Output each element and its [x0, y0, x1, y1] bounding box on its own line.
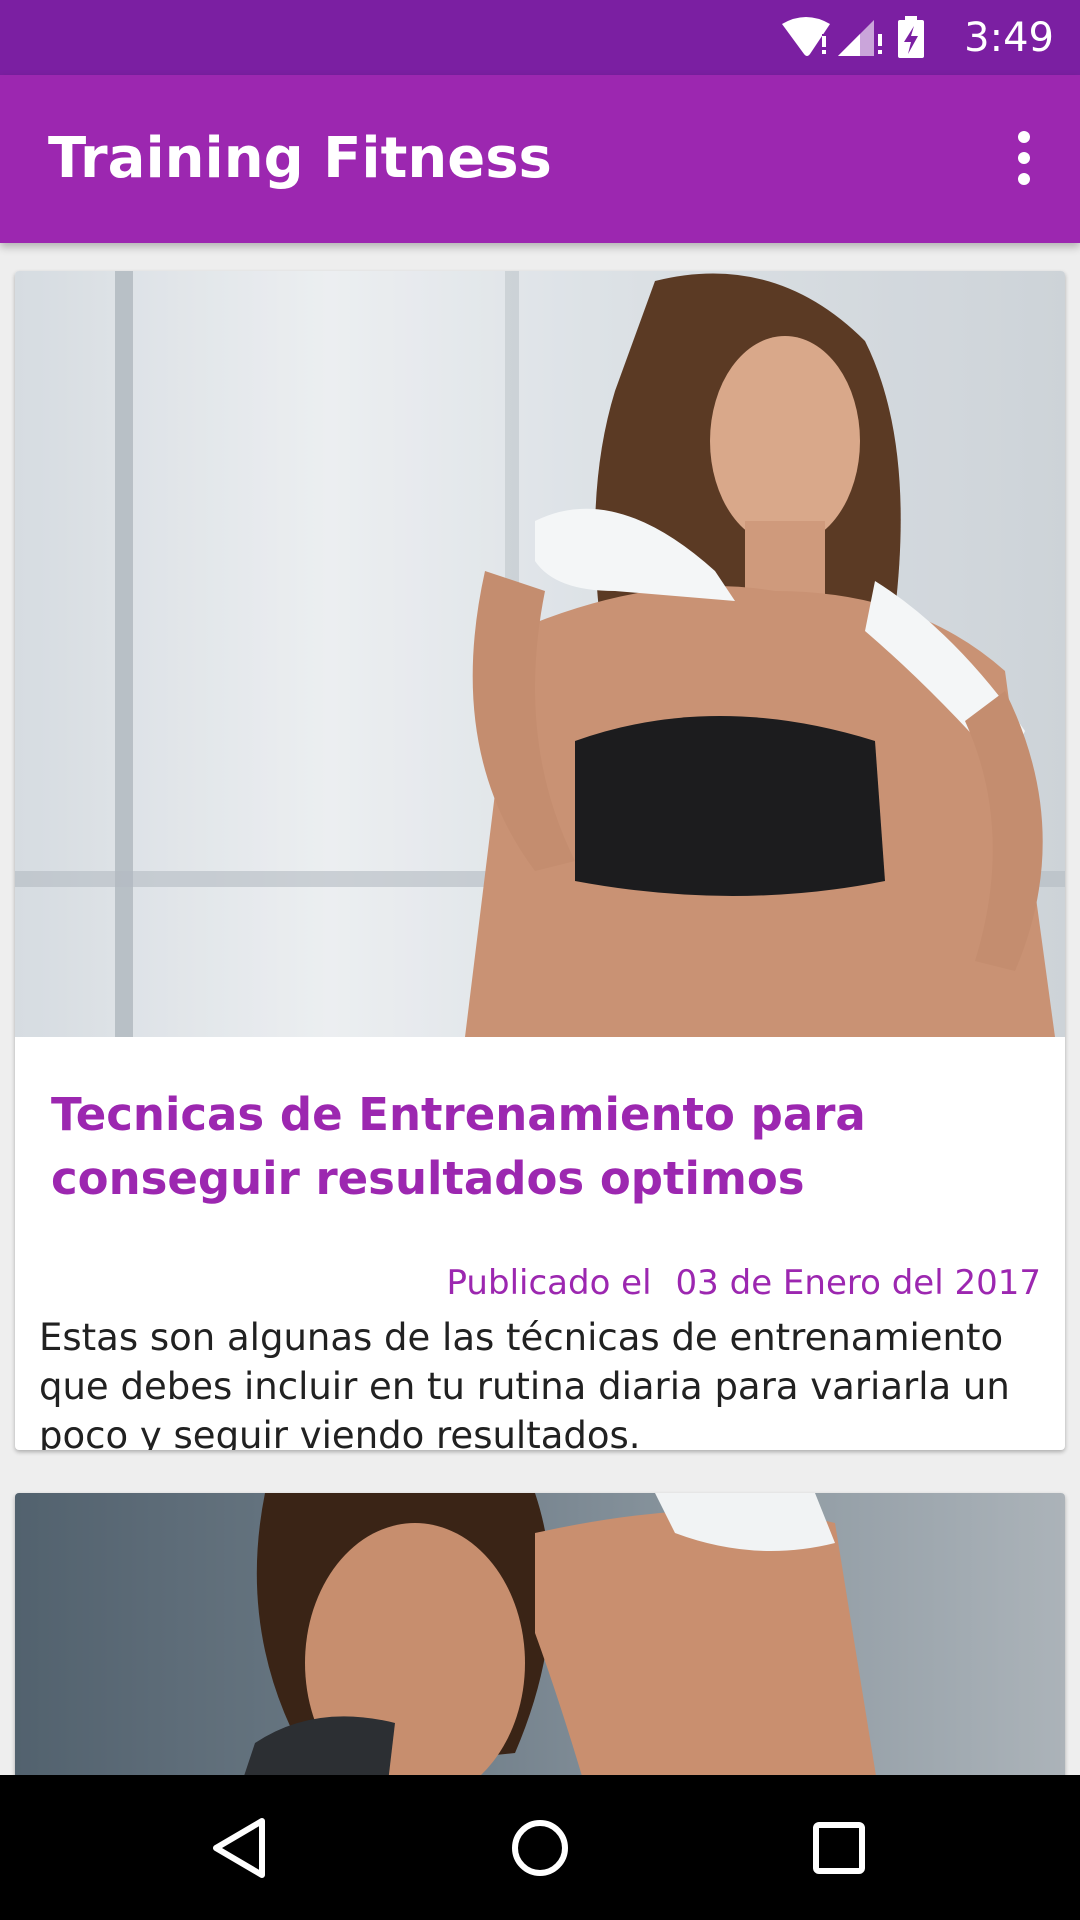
recents-button[interactable]: [806, 1815, 872, 1881]
article-title[interactable]: Tecnicas de Entrenamiento para conseguir…: [51, 1083, 1031, 1211]
navigation-bar: [0, 1775, 1080, 1920]
more-vert-icon: [1018, 131, 1030, 185]
article-card[interactable]: [15, 1493, 1065, 1775]
article-date: Publicado el 03 de Enero del 2017: [447, 1261, 1041, 1305]
back-button[interactable]: [208, 1815, 274, 1881]
signal-alert-icon: [838, 20, 882, 56]
published-date: 03 de Enero del 2017: [675, 1263, 1041, 1303]
wifi-alert-icon: [782, 17, 830, 56]
app-title: Training Fitness: [48, 126, 552, 191]
published-label: Publicado el: [446, 1263, 652, 1303]
status-icons: [780, 14, 930, 62]
back-icon: [213, 1818, 265, 1878]
overflow-menu-button[interactable]: [996, 127, 1052, 191]
article-image[interactable]: [15, 271, 1065, 1037]
article-description: Estas son algunas de las técnicas de ent…: [39, 1316, 1010, 1450]
recents-icon: [813, 1822, 865, 1874]
battery-charging-icon: [898, 16, 924, 58]
feed-list[interactable]: Tecnicas de Entrenamiento para conseguir…: [0, 243, 1080, 1775]
status-bar: 3:49: [0, 0, 1080, 75]
home-icon: [512, 1820, 568, 1876]
article-image[interactable]: [15, 1493, 1065, 1775]
app-bar: Training Fitness: [0, 75, 1080, 243]
article-card[interactable]: Tecnicas de Entrenamiento para conseguir…: [15, 271, 1065, 1450]
status-time: 3:49: [964, 15, 1054, 61]
home-button[interactable]: [507, 1815, 573, 1881]
